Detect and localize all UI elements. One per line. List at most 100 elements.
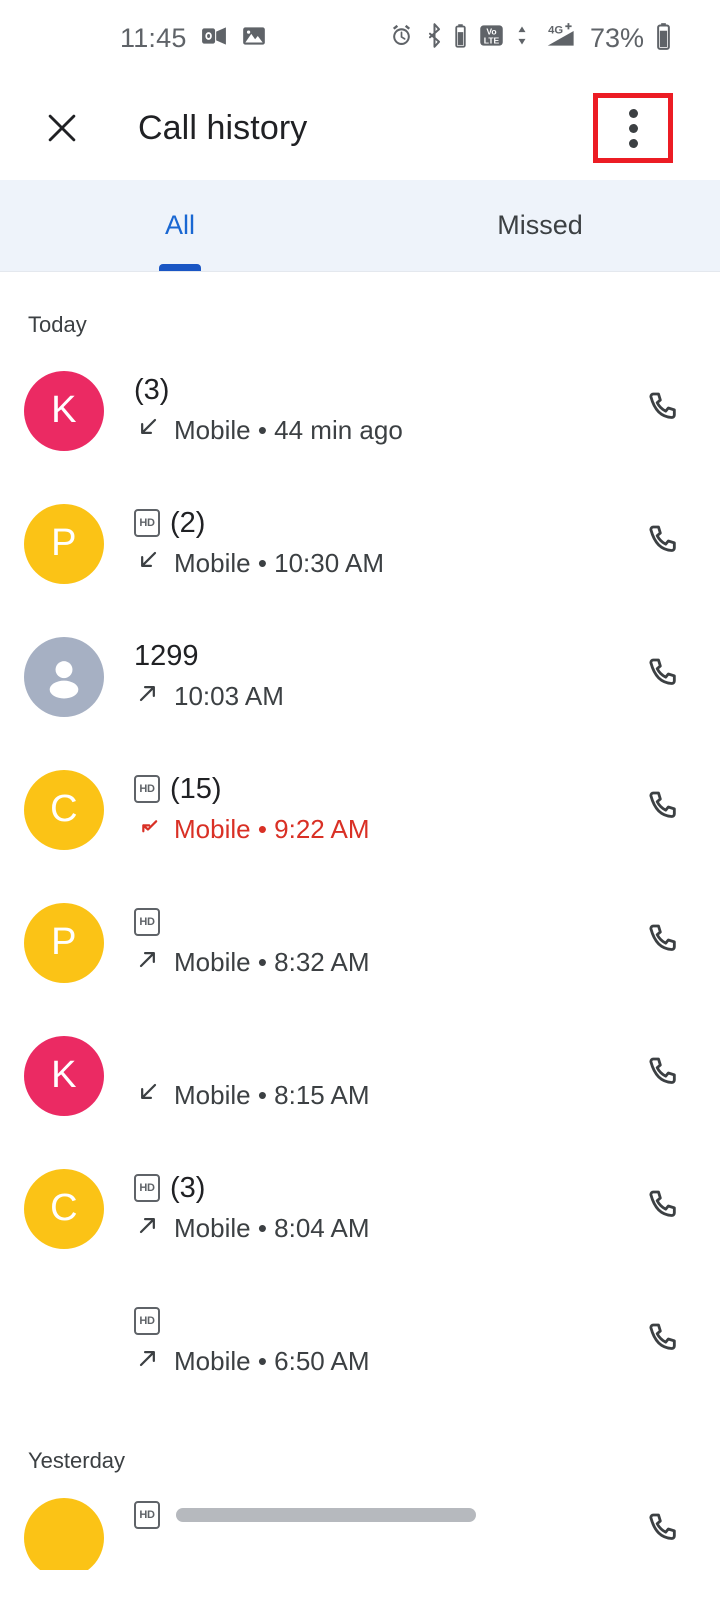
hd-call-icon: HD — [134, 1174, 160, 1202]
call-detail-text: Mobile • 8:15 AM — [174, 1080, 370, 1110]
svg-text:LTE: LTE — [484, 35, 500, 45]
avatar[interactable]: P — [24, 503, 104, 584]
tab-bar: All Missed — [0, 180, 720, 272]
call-row-body: HD (15) Mobile • 9:22 AM — [134, 772, 620, 847]
call-history-row[interactable]: C HD (15) Mobile • 9:22 AM — [0, 743, 720, 876]
call-button[interactable] — [630, 1043, 696, 1109]
avatar-initial: K — [51, 1054, 77, 1096]
call-button[interactable] — [630, 378, 696, 444]
avatar[interactable]: P — [24, 902, 104, 983]
avatar-initial: C — [50, 1187, 78, 1229]
call-primary-line: HD — [134, 905, 620, 939]
call-row-body: (3) Mobile • 44 min ago — [134, 373, 620, 448]
call-primary-line: HD (2) — [134, 506, 620, 540]
call-button[interactable] — [630, 910, 696, 976]
phone-icon — [643, 654, 683, 699]
status-bar: 11:45 Vo LTE 4G 73% — [0, 0, 720, 76]
status-bar-left: 11:45 — [120, 23, 267, 54]
call-history-row[interactable]: P HD (2) Mobile • 10:30 AM — [0, 477, 720, 610]
redaction-bar — [176, 1508, 476, 1522]
tab-all[interactable]: All — [0, 180, 360, 271]
avatar[interactable]: K — [24, 370, 104, 451]
call-history-row[interactable]: 1299 10:03 AM — [0, 610, 720, 743]
outgoing-call-icon — [134, 679, 162, 714]
call-detail-text: 10:03 AM — [174, 681, 284, 711]
incoming-call-icon — [134, 413, 162, 448]
call-button[interactable] — [630, 1309, 696, 1375]
call-detail-text: Mobile • 8:04 AM — [174, 1213, 370, 1243]
alarm-icon — [388, 22, 415, 54]
call-history-row[interactable]: P HD Mobile • 8:32 AM — [0, 876, 720, 1009]
section-header: Today — [28, 312, 87, 337]
phone-icon — [643, 388, 683, 433]
call-detail-text: Mobile • 9:22 AM — [174, 814, 370, 844]
app-bar: Call history — [0, 76, 720, 180]
call-detail-line: Mobile • 8:04 AM — [134, 1211, 620, 1246]
section-header: Yesterday — [28, 1448, 126, 1473]
call-primary-line: HD — [134, 1304, 620, 1338]
avatar-placeholder — [24, 1302, 104, 1382]
hd-call-icon: HD — [134, 775, 160, 803]
call-history-row[interactable]: HD — [0, 1480, 720, 1570]
tab-label: All — [164, 210, 195, 240]
call-primary-line — [134, 1038, 620, 1072]
call-detail-text: Mobile • 6:50 AM — [174, 1346, 370, 1376]
contact-name: 1299 — [134, 639, 199, 672]
call-history-row[interactable]: C HD (3) Mobile • 8:04 AM — [0, 1142, 720, 1275]
call-history-row[interactable]: K Mobile • 8:15 AM — [0, 1009, 720, 1142]
phone-icon — [643, 1319, 683, 1364]
avatar[interactable] — [24, 636, 104, 717]
call-detail-line: Mobile • 9:22 AM — [134, 812, 620, 847]
outgoing-call-icon — [134, 1211, 162, 1246]
avatar-initial: P — [51, 522, 77, 564]
call-primary-line: HD — [134, 1498, 620, 1532]
call-history-list[interactable]: Today K (3) Mobile • 44 min ago P HD (2) Mobile… — [0, 272, 720, 1570]
hd-call-icon: HD — [134, 908, 160, 936]
call-row-body: HD Mobile • 6:50 AM — [134, 1304, 620, 1379]
overflow-menu-button[interactable] — [593, 93, 673, 163]
call-button[interactable] — [630, 511, 696, 577]
call-detail-line: 10:03 AM — [134, 679, 620, 714]
missed-call-icon — [134, 812, 162, 847]
incoming-call-icon — [134, 546, 162, 581]
phone-icon — [643, 920, 683, 965]
call-count: (3) — [134, 373, 170, 406]
close-button[interactable] — [34, 100, 90, 156]
battery-icon — [655, 22, 672, 55]
call-button[interactable] — [630, 777, 696, 843]
tab-label: Missed — [497, 210, 583, 240]
call-button[interactable] — [630, 1176, 696, 1242]
hd-call-icon: HD — [134, 1307, 160, 1335]
dot — [628, 123, 638, 133]
call-detail-line: Mobile • 8:32 AM — [134, 945, 620, 980]
avatar[interactable]: K — [24, 1035, 104, 1116]
call-primary-line: (3) — [134, 373, 620, 407]
avatar[interactable] — [24, 1498, 104, 1570]
incoming-call-icon — [134, 1078, 162, 1113]
call-history-row[interactable]: K (3) Mobile • 44 min ago — [0, 344, 720, 477]
call-button[interactable] — [630, 1498, 696, 1564]
tab-missed[interactable]: Missed — [360, 180, 720, 271]
outgoing-call-icon — [134, 1344, 162, 1379]
call-history-row[interactable]: HD Mobile • 6:50 AM — [0, 1275, 720, 1408]
more-options-icon — [628, 106, 638, 151]
call-primary-line: HD (3) — [134, 1171, 620, 1205]
call-detail-line: Mobile • 8:15 AM — [134, 1078, 620, 1113]
call-primary-line: 1299 — [134, 639, 620, 673]
mobile-data-arrows-icon — [516, 22, 528, 54]
photos-icon — [241, 23, 267, 54]
phone-icon — [643, 1186, 683, 1231]
call-button[interactable] — [630, 644, 696, 710]
call-detail-line: Mobile • 44 min ago — [134, 413, 620, 448]
close-icon — [48, 114, 76, 142]
dot — [628, 138, 638, 148]
call-detail-line: Mobile • 10:30 AM — [134, 546, 620, 581]
dot — [628, 108, 638, 118]
hd-call-icon: HD — [134, 509, 160, 537]
avatar[interactable]: C — [24, 769, 104, 850]
status-bar-clock: 11:45 — [120, 22, 187, 53]
call-count: (2) — [170, 506, 206, 539]
call-row-body: HD (3) Mobile • 8:04 AM — [134, 1171, 620, 1246]
avatar[interactable]: C — [24, 1168, 104, 1249]
svg-text:4G: 4G — [548, 24, 563, 36]
